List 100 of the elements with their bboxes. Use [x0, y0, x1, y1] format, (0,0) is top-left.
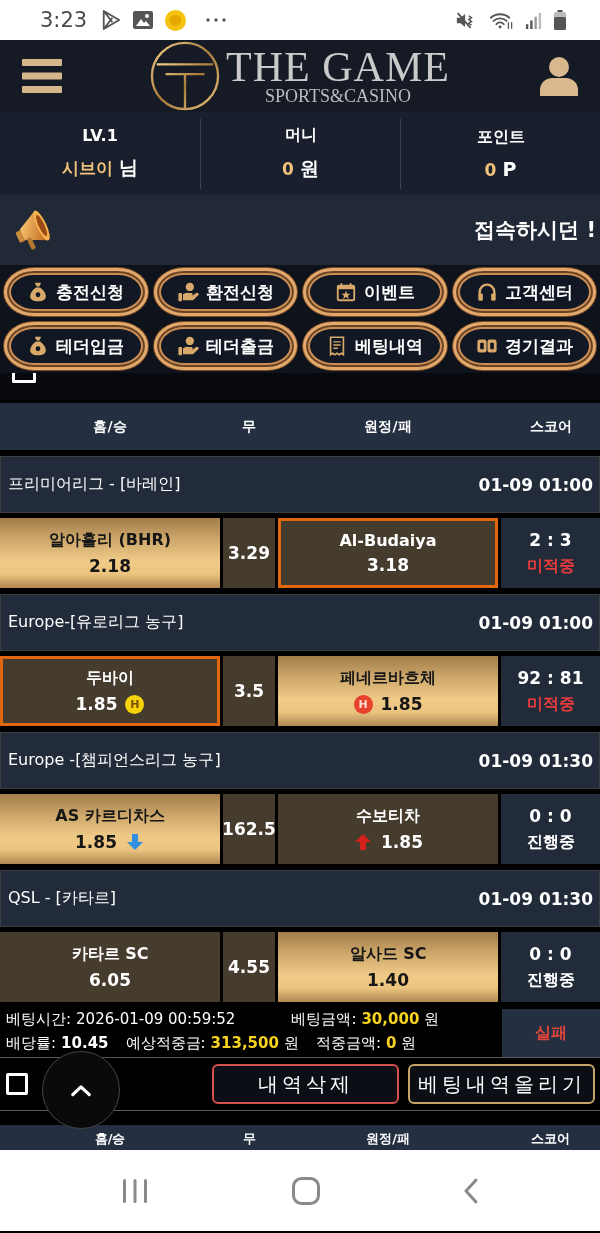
odds-value: 1.85 [380, 694, 423, 714]
home-icon[interactable] [292, 1176, 320, 1205]
upload-history-button[interactable]: 베팅내역올리기 [408, 1064, 595, 1104]
summary-value: 2026-01-09 00:59:52 [76, 1009, 236, 1028]
draw-odds-cell: 4.55 [223, 932, 275, 1002]
column-header: 원정/패 [363, 417, 413, 436]
odds-value: 1.85 [381, 832, 423, 852]
checkbox[interactable] [12, 373, 36, 383]
column-header: 무 [241, 1130, 257, 1148]
match-time: 01-09 01:00 [478, 474, 593, 495]
menu-button[interactable]: 이벤트 [303, 268, 447, 316]
odds-value: 1.40 [367, 970, 409, 990]
match-status: 미적중 [526, 693, 575, 715]
team-name: 수보티차 [356, 806, 420, 827]
hand-coin-icon [176, 335, 199, 357]
menu-button[interactable]: 테더입금 [4, 322, 148, 370]
score-text: 0 : 0 [529, 805, 572, 826]
draw-odds-cell: 3.29 [223, 518, 275, 588]
summary-label: 배당률: [6, 1033, 57, 1053]
gallery-icon [133, 11, 154, 29]
info-label: 머니 [284, 125, 317, 146]
summary-value: 313,500 [210, 1033, 279, 1052]
menu-button[interactable]: 고객센터 [452, 268, 596, 316]
team-name: AS 카르디차스 [55, 806, 165, 827]
column-header: 무 [241, 417, 257, 436]
wifi-icon [489, 10, 513, 30]
info-unit: 원 [299, 156, 319, 181]
score-text: 92 : 81 [517, 667, 584, 688]
summary-value: 0 [385, 1033, 397, 1052]
summary-value: 10.45 [61, 1033, 109, 1052]
league-name: Europe -[챔피언스리그 농구] [8, 750, 221, 771]
logo-emblem-icon [150, 41, 221, 111]
odds-value: 1.85 [75, 694, 118, 714]
checkbox[interactable] [6, 1073, 28, 1095]
match-time: 01-09 01:00 [478, 612, 593, 633]
odds-value: 6.05 [89, 970, 131, 990]
arrow-up-icon [353, 832, 373, 852]
league-name: 프리미어리그 - [바레인] [8, 474, 181, 495]
info-unit: P [502, 158, 517, 180]
menu-button[interactable]: 베팅내역 [303, 322, 447, 370]
user-icon[interactable] [540, 56, 578, 96]
match-status: 진행중 [526, 969, 575, 991]
match-time: 01-09 01:30 [478, 750, 593, 771]
battery-icon [554, 10, 566, 30]
team-name: 알사드 SC [349, 944, 427, 965]
handicap-badge: H [125, 694, 145, 714]
odds-value: 2.18 [89, 556, 131, 576]
score-text: 0 : 0 [529, 943, 572, 964]
team-name: 두바이 [86, 668, 134, 689]
team-name: Al-Budaiya [339, 531, 437, 550]
info-label: LV.1 [82, 126, 118, 145]
team-name: 페네르바흐체 [340, 668, 436, 689]
summary-label: 적중금액: [315, 1033, 381, 1053]
info-value: 시브이 [62, 157, 113, 180]
delete-history-button[interactable]: 내역삭제 [212, 1064, 399, 1104]
score-text: 2 : 3 [529, 529, 572, 550]
back-icon[interactable] [464, 1177, 478, 1204]
draw-odds-cell: 162.5 [223, 794, 275, 864]
column-header: 홈/승 [92, 417, 128, 436]
menu-button[interactable]: 경기결과 [452, 322, 596, 370]
chevron-up-icon [70, 1083, 92, 1097]
currency-unit: 원 [424, 1009, 440, 1029]
odds-value: 3.18 [367, 555, 409, 575]
currency-unit: 원 [401, 1033, 417, 1053]
brand-tagline: SPORTS&CASINO [265, 87, 411, 105]
menu-button[interactable]: 환전신청 [153, 268, 297, 316]
column-header: 스코어 [528, 417, 573, 436]
league-name: Europe-[유로리그 농구] [8, 612, 184, 633]
play-triangle-icon [101, 9, 122, 31]
bet-result: 실패 [502, 1009, 600, 1057]
info-value: 0 [282, 159, 294, 179]
headphones-icon [475, 281, 498, 303]
match-status: 진행중 [526, 831, 575, 853]
recent-apps-icon[interactable] [122, 1178, 148, 1203]
column-header: 스코어 [530, 1130, 571, 1148]
summary-value: 30,000 [361, 1009, 420, 1028]
menu-button[interactable]: 충전신청 [4, 268, 148, 316]
coin-icon [165, 9, 187, 31]
currency-unit: 원 [283, 1033, 299, 1053]
odds-value: 1.85 [75, 832, 117, 852]
signal-icon [525, 11, 542, 29]
info-label: 포인트 [476, 127, 525, 148]
handicap-badge: H [353, 694, 373, 714]
summary-label: 베팅금액: [291, 1009, 357, 1029]
notice-text: 접속하시던 ! [474, 217, 596, 244]
draw-odds-cell: 3.5 [223, 656, 275, 726]
menu-button[interactable]: 테더출금 [153, 322, 297, 370]
team-name: 카타르 SC [71, 944, 149, 965]
ellipsis-icon [206, 18, 227, 22]
column-header: 원정/패 [365, 1130, 411, 1148]
menu-icon[interactable] [22, 59, 62, 93]
league-name: QSL - [카타르] [8, 888, 117, 909]
team-name: 알아흘리 (BHR) [48, 530, 172, 551]
brand-name: THE GAME [226, 47, 450, 87]
match-status: 미적중 [526, 555, 575, 577]
column-header: 홈/승 [93, 1130, 127, 1148]
hand-coin-icon [176, 281, 199, 303]
info-unit: 님 [119, 155, 138, 180]
info-value: 0 [484, 160, 497, 180]
summary-label: 예상적중금: [125, 1033, 206, 1053]
